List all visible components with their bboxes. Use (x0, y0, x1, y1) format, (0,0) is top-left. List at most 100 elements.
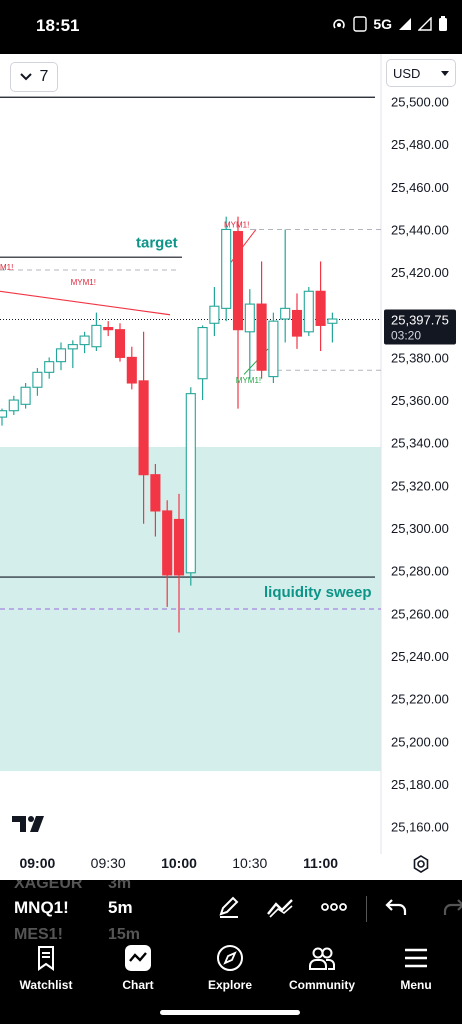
y-tick-label: 25,220.00 (391, 692, 449, 707)
y-tick-label: 25,500.00 (391, 95, 449, 110)
undo-icon[interactable] (384, 894, 410, 920)
candle-body (232, 231, 244, 331)
nav-community-label: Community (289, 978, 355, 992)
candle-body (327, 318, 338, 324)
y-tick-label: 25,340.00 (391, 436, 449, 451)
hotspot-icon (333, 19, 346, 29)
marker-label: MYM1! (224, 220, 249, 229)
candle-body (185, 393, 196, 574)
currency-selector[interactable]: USD (386, 59, 456, 87)
draw-pen-icon[interactable] (216, 894, 242, 920)
bar-countdown: 03:20 (391, 329, 421, 343)
candlestick-chart[interactable]: 25,160.00 25,180.00 25,200.00 25,220.00 25,2… (0, 54, 462, 880)
candle-body (150, 474, 161, 512)
annotation-target: target (136, 235, 178, 252)
y-tick-label: 25,380.00 (391, 350, 449, 365)
candle-body (256, 303, 267, 371)
nav-menu[interactable]: Menu (376, 944, 456, 992)
candle-body (197, 326, 208, 380)
y-tick-label: 25,420.00 (391, 265, 449, 280)
marker-label: MYM1! (236, 376, 261, 385)
nav-chart[interactable]: Chart (98, 944, 178, 992)
x-tick-label: 11:00 (303, 855, 338, 871)
candle-body (103, 326, 114, 331)
nav-watchlist-label: Watchlist (19, 978, 73, 992)
trend-tools-icon[interactable] (266, 894, 294, 920)
y-tick-label: 25,480.00 (391, 137, 449, 152)
chevron-down-icon (441, 70, 449, 76)
symbol-panel[interactable]: XAGEUR 3m MNQ1! 5m MES1! 15m (0, 880, 462, 940)
candle-body (79, 335, 90, 346)
nav-chart-label: Chart (122, 978, 154, 992)
y-tick-label: 25,260.00 (391, 606, 449, 621)
community-icon (309, 947, 335, 970)
timeframe-value[interactable]: 5m (108, 898, 133, 918)
prev-timeframe[interactable]: 3m (108, 880, 131, 893)
x-tick-label: 10:00 (161, 855, 197, 871)
status-bar: 18:51 5G (0, 0, 462, 54)
candle-body (55, 348, 67, 363)
marker-label: MYM1! (0, 263, 13, 272)
interval-selector[interactable]: 7 (10, 62, 58, 92)
status-icons: 5G (331, 16, 448, 32)
candle-body (268, 320, 279, 378)
prev-symbol[interactable]: XAGEUR (14, 880, 82, 893)
y-tick-label: 25,280.00 (391, 564, 449, 579)
interval-value: 7 (39, 68, 49, 85)
annotation-liquidity-sweep: liquidity sweep (264, 584, 372, 601)
currency-label: USD (393, 65, 421, 81)
current-price-label: 25,397.75 (391, 313, 449, 328)
candle-body (162, 510, 173, 576)
candle-body (209, 305, 220, 324)
candle-body (291, 309, 303, 337)
candle-body (8, 399, 19, 412)
trend-line (0, 290, 171, 316)
signal-icon-2 (418, 17, 432, 31)
candle-body (244, 303, 255, 333)
redo-icon[interactable] (440, 894, 462, 920)
candle-body (32, 371, 43, 388)
x-tick-label: 09:30 (91, 855, 126, 871)
chart-area[interactable]: 25,160.00 25,180.00 25,200.00 25,220.00 25,2… (0, 54, 462, 880)
candle-body (221, 228, 232, 309)
nav-community[interactable]: Community (282, 944, 362, 992)
candle-body (303, 290, 314, 333)
candle-body (0, 410, 8, 418)
network-type: 5G (373, 16, 392, 32)
chevron-down-icon (19, 73, 32, 81)
symbol-name[interactable]: MNQ1! (14, 898, 69, 918)
tradingview-logo (12, 816, 44, 832)
y-tick-label: 25,200.00 (391, 734, 449, 749)
settings-icon[interactable] (411, 854, 431, 874)
y-tick-label: 25,180.00 (391, 777, 449, 792)
menu-icon (405, 948, 427, 968)
candle-body (114, 329, 126, 358)
nav-watchlist[interactable]: Watchlist (6, 944, 86, 992)
more-options-icon[interactable] (320, 894, 348, 920)
candle-body (67, 344, 78, 350)
y-tick-label: 25,240.00 (391, 649, 449, 664)
x-tick-label: 10:30 (232, 855, 267, 871)
y-tick-label: 25,320.00 (391, 478, 449, 493)
battery-icon (439, 16, 447, 31)
marker-label: MYM1! (71, 278, 96, 287)
candle-body (138, 380, 149, 476)
nav-menu-label: Menu (400, 978, 432, 992)
candle-body (44, 361, 55, 373)
candle-body (280, 307, 291, 320)
y-tick-label: 25,360.00 (391, 393, 449, 408)
next-symbol[interactable]: MES1! (14, 926, 63, 940)
nav-explore-label: Explore (207, 978, 252, 992)
y-tick-label: 25,460.00 (391, 180, 449, 195)
candle-body (173, 518, 185, 576)
next-timeframe[interactable]: 15m (108, 926, 140, 940)
y-tick-label: 25,160.00 (391, 820, 449, 835)
chart-icon (125, 945, 151, 971)
candle-body (315, 290, 326, 326)
watchlist-icon (38, 946, 54, 971)
x-tick-label: 09:00 (19, 855, 55, 871)
nav-explore[interactable]: Explore (190, 944, 270, 992)
candle-body (91, 324, 102, 348)
signal-icon (399, 18, 411, 30)
volte-icon (353, 16, 368, 32)
